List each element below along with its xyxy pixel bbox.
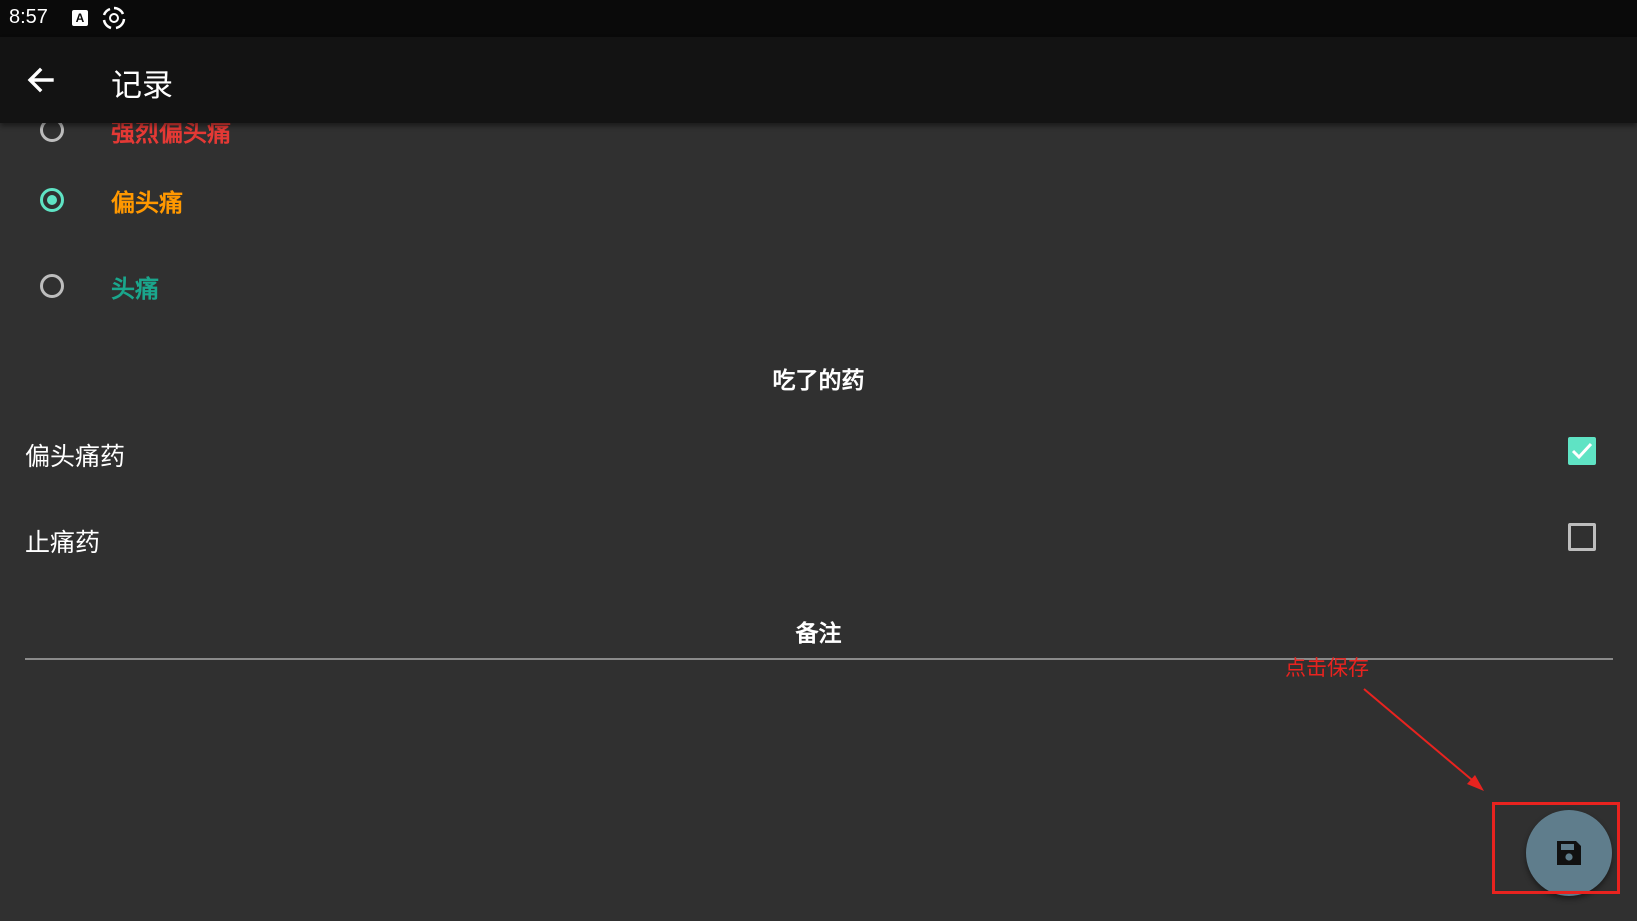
status-time: 8:57 xyxy=(9,6,48,28)
keyboard-a-icon: A xyxy=(72,10,88,26)
radio-label-migraine: 偏头痛 xyxy=(111,189,183,217)
checkmark-icon xyxy=(1571,442,1593,460)
status-bar: 8:57 A xyxy=(0,0,1637,37)
medication-label: 偏头痛药 xyxy=(25,442,126,471)
medication-section-header: 吃了的药 xyxy=(772,368,865,394)
back-arrow-icon[interactable] xyxy=(22,61,60,99)
radio-button[interactable] xyxy=(40,274,64,298)
annotation-text: 点击保存 xyxy=(1285,656,1369,680)
radio-label-headache: 头痛 xyxy=(111,275,159,303)
radio-button-checked[interactable] xyxy=(40,188,64,212)
app-bar: 记录 xyxy=(0,37,1637,123)
annotation-highlight-box xyxy=(1492,802,1620,894)
checkbox-unchecked[interactable] xyxy=(1568,523,1596,551)
radio-option-headache[interactable]: 头痛 xyxy=(0,253,1637,323)
notes-input[interactable] xyxy=(25,620,1613,660)
checkbox-checked[interactable] xyxy=(1568,437,1596,465)
radio-option-severe-migraine[interactable]: 强烈偏头痛 xyxy=(0,123,1637,165)
sync-icon xyxy=(102,6,126,30)
radio-option-migraine[interactable]: 偏头痛 xyxy=(0,167,1637,237)
record-form[interactable]: 强烈偏头痛 偏头痛 头痛 吃了的药 偏头痛药 止痛药 备注 xyxy=(0,123,1637,921)
radio-button[interactable] xyxy=(40,123,64,142)
medication-label: 止痛药 xyxy=(25,528,101,557)
page-title: 记录 xyxy=(111,68,173,104)
medication-item-painkiller[interactable]: 止痛药 xyxy=(0,511,1637,571)
annotation-arrow-icon xyxy=(1363,688,1484,791)
radio-label-severe-migraine: 强烈偏头痛 xyxy=(111,123,231,147)
medication-item-migraine-drug[interactable]: 偏头痛药 xyxy=(0,425,1637,485)
